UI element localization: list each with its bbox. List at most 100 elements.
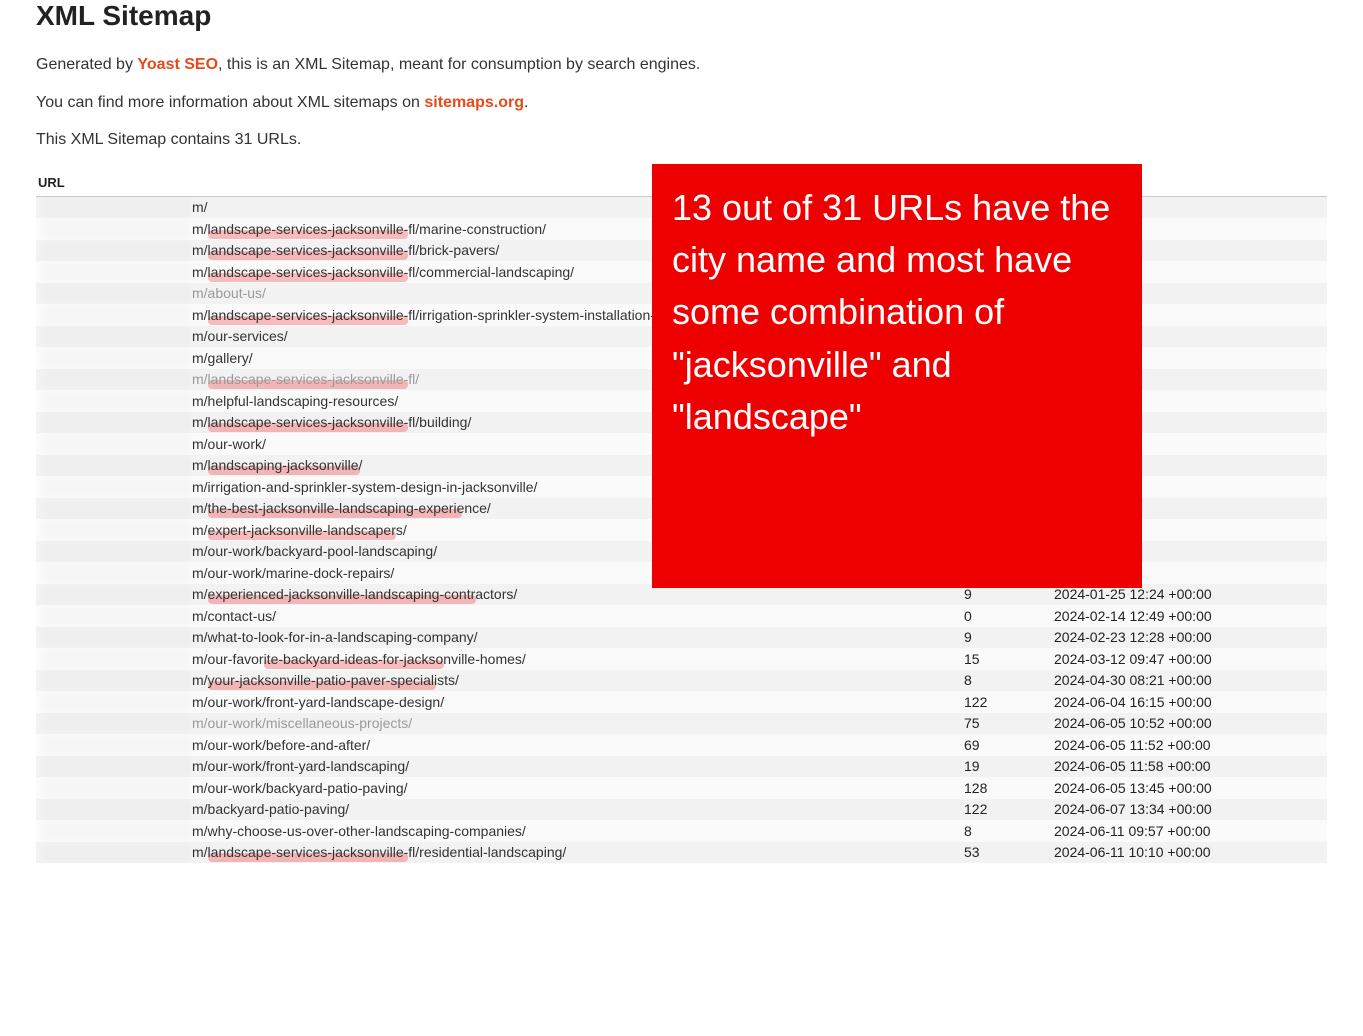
hidden-domain-cell <box>36 476 192 498</box>
hidden-domain-cell <box>36 627 192 649</box>
url-text: m/landscape-services-jacksonville-fl/bri… <box>192 242 499 258</box>
count-cell: 8 <box>934 821 1024 842</box>
hidden-domain-cell <box>36 756 192 778</box>
yoast-seo-link[interactable]: Yoast SEO <box>137 56 218 73</box>
table-row: m/our-work/before-and-after/692024-06-05… <box>36 734 1327 756</box>
sitemaps-org-link[interactable]: sitemaps.org <box>424 94 524 111</box>
count-cell: 75 <box>934 713 1024 734</box>
more-info-line: You can find more information about XML … <box>36 92 1327 114</box>
url-cell[interactable]: m/landscape-services-jacksonville-fl/res… <box>192 842 934 863</box>
date-cell: 2024-06-11 10:10 +00:00 <box>1024 842 1327 863</box>
count-cell: 128 <box>934 778 1024 799</box>
hidden-domain-cell <box>36 433 192 455</box>
table-row: m/contact-us/02024-02-14 12:49 +00:00 <box>36 605 1327 627</box>
url-cell[interactable]: m/our-work/front-yard-landscape-design/ <box>192 692 934 713</box>
url-text: m/our-work/backyard-pool-landscaping/ <box>192 543 437 559</box>
url-text: m/the-best-jacksonville-landscaping-expe… <box>192 500 491 516</box>
date-cell: 2024-04-30 08:21 +00:00 <box>1024 670 1327 691</box>
url-text: m/landscape-services-jacksonville-fl/res… <box>192 844 566 860</box>
url-cell[interactable]: m/your-jacksonville-patio-paver-speciali… <box>192 670 934 691</box>
hidden-domain-cell <box>36 713 192 735</box>
count-cell: 122 <box>934 692 1024 713</box>
url-cell[interactable]: m/backyard-patio-paving/ <box>192 799 934 820</box>
table-row: m/what-to-look-for-in-a-landscaping-comp… <box>36 627 1327 649</box>
url-cell[interactable]: m/contact-us/ <box>192 606 934 627</box>
hidden-domain-cell <box>36 541 192 563</box>
url-text: m/why-choose-us-over-other-landscaping-c… <box>192 823 526 839</box>
url-text: m/our-services/ <box>192 328 288 344</box>
url-text: m/landscape-services-jacksonville-fl/com… <box>192 264 574 280</box>
date-cell: 2024-06-05 11:58 +00:00 <box>1024 756 1327 777</box>
url-cell[interactable]: m/our-work/before-and-after/ <box>192 735 934 756</box>
date-cell: 2024-06-04 16:15 +00:00 <box>1024 692 1327 713</box>
hidden-domain-cell <box>36 799 192 821</box>
url-text: m/ <box>192 199 208 215</box>
hidden-domain-cell <box>36 197 192 219</box>
hidden-domain-cell <box>36 519 192 541</box>
date-cell: 2024-06-05 13:45 +00:00 <box>1024 778 1327 799</box>
date-cell: 2024-06-07 13:34 +00:00 <box>1024 799 1327 820</box>
url-text: m/our-work/front-yard-landscape-design/ <box>192 694 444 710</box>
count-cell: 0 <box>934 606 1024 627</box>
count-cell: 15 <box>934 649 1024 670</box>
url-text: m/our-work/miscellaneous-projects/ <box>192 715 412 731</box>
hidden-domain-cell <box>36 777 192 799</box>
url-text: m/our-favorite-backyard-ideas-for-jackso… <box>192 651 526 667</box>
date-cell: 2024-02-14 12:49 +00:00 <box>1024 606 1327 627</box>
url-text: m/experienced-jacksonville-landscaping-c… <box>192 586 517 602</box>
table-row: m/our-work/front-yard-landscaping/192024… <box>36 756 1327 778</box>
table-row: m/our-work/miscellaneous-projects/752024… <box>36 713 1327 735</box>
hidden-domain-cell <box>36 326 192 348</box>
date-cell: 2024-06-11 09:57 +00:00 <box>1024 821 1327 842</box>
url-text: m/about-us/ <box>192 285 266 301</box>
url-cell[interactable]: m/why-choose-us-over-other-landscaping-c… <box>192 821 934 842</box>
hidden-domain-cell <box>36 605 192 627</box>
url-text: m/your-jacksonville-patio-paver-speciali… <box>192 672 459 688</box>
hidden-domain-cell <box>36 820 192 842</box>
hidden-domain-cell <box>36 498 192 520</box>
gen-suffix: , this is an XML Sitemap, meant for cons… <box>218 56 700 73</box>
date-cell: 2024-02-23 12:28 +00:00 <box>1024 627 1327 648</box>
date-cell: 2024-03-12 09:47 +00:00 <box>1024 649 1327 670</box>
url-text: m/helpful-landscaping-resources/ <box>192 393 398 409</box>
gen-prefix: Generated by <box>36 56 137 73</box>
count-cell: 8 <box>934 670 1024 691</box>
url-count-line: This XML Sitemap contains 31 URLs. <box>36 131 1327 149</box>
url-cell[interactable]: m/our-favorite-backyard-ideas-for-jackso… <box>192 649 934 670</box>
hidden-domain-cell <box>36 648 192 670</box>
hidden-domain-cell <box>36 562 192 584</box>
count-cell: 9 <box>934 627 1024 648</box>
hidden-domain-cell <box>36 283 192 305</box>
hidden-domain-cell <box>36 240 192 262</box>
url-text: m/contact-us/ <box>192 608 276 624</box>
url-text: m/backyard-patio-paving/ <box>192 801 349 817</box>
annotation-callout: 13 out of 31 URLs have the city name and… <box>652 164 1142 588</box>
table-row: m/our-work/backyard-patio-paving/1282024… <box>36 777 1327 799</box>
url-cell[interactable]: m/our-work/front-yard-landscaping/ <box>192 756 934 777</box>
hidden-domain-cell <box>36 455 192 477</box>
more-prefix: You can find more information about XML … <box>36 94 424 111</box>
url-cell[interactable]: m/our-work/miscellaneous-projects/ <box>192 713 934 734</box>
hidden-domain-cell <box>36 670 192 692</box>
url-text: m/landscape-services-jacksonville-fl/ <box>192 371 419 387</box>
hidden-domain-cell <box>36 347 192 369</box>
date-cell: 2024-06-05 11:52 +00:00 <box>1024 735 1327 756</box>
url-text: m/gallery/ <box>192 350 253 366</box>
table-row: m/our-work/front-yard-landscape-design/1… <box>36 691 1327 713</box>
table-row: m/why-choose-us-over-other-landscaping-c… <box>36 820 1327 842</box>
url-cell[interactable]: m/our-work/backyard-patio-paving/ <box>192 778 934 799</box>
url-text: m/landscape-services-jacksonville-fl/bui… <box>192 414 471 430</box>
hidden-domain-cell <box>36 369 192 391</box>
url-cell[interactable]: m/what-to-look-for-in-a-landscaping-comp… <box>192 627 934 648</box>
hidden-domain-cell <box>36 390 192 412</box>
url-text: m/our-work/front-yard-landscaping/ <box>192 758 409 774</box>
generated-by-line: Generated by Yoast SEO, this is an XML S… <box>36 54 1327 76</box>
count-cell: 19 <box>934 756 1024 777</box>
hidden-domain-cell <box>36 412 192 434</box>
hidden-domain-cell <box>36 734 192 756</box>
count-cell: 53 <box>934 842 1024 863</box>
url-text: m/irrigation-and-sprinkler-system-design… <box>192 479 537 495</box>
page-title: XML Sitemap <box>36 0 1327 32</box>
url-text: m/our-work/before-and-after/ <box>192 737 370 753</box>
table-row: m/your-jacksonville-patio-paver-speciali… <box>36 670 1327 692</box>
